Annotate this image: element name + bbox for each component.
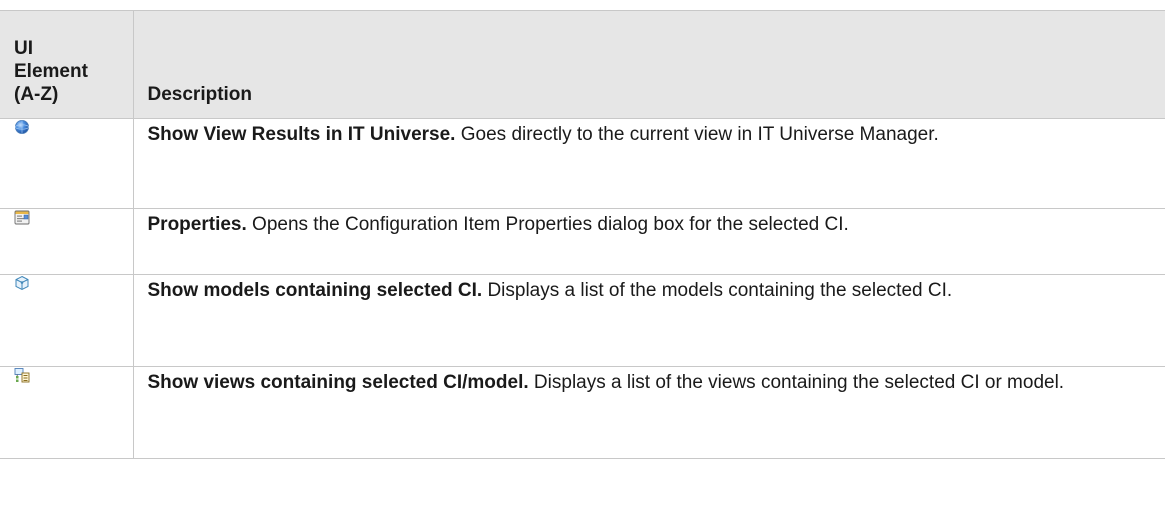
description-cell: Show View Results in IT Universe. Goes d… <box>132 118 1165 209</box>
icon-cell <box>0 274 134 367</box>
table-row: Properties. Opens the Configuration Item… <box>0 208 1165 275</box>
row-text: Displays a list of the models containing… <box>482 280 953 301</box>
row-title: Properties. <box>147 214 247 235</box>
header-description: Description <box>132 10 1165 119</box>
row-text: Opens the Configuration Item Properties … <box>246 214 849 235</box>
views-containing-icon <box>14 367 30 383</box>
description-cell: Show models containing selected CI. Disp… <box>132 274 1165 367</box>
model-cube-icon <box>14 275 30 291</box>
description-cell: Properties. Opens the Configuration Item… <box>132 208 1165 275</box>
row-text: Displays a list of the views containing … <box>528 372 1065 393</box>
row-title: Show views containing selected CI/model. <box>147 372 529 393</box>
table-row: Show models containing selected CI. Disp… <box>0 274 1165 367</box>
header-ui-element-line1: UI <box>14 38 33 59</box>
header-row: UI Element (A-Z) Description <box>0 10 1165 119</box>
header-ui-element-line2: Element <box>14 61 88 82</box>
description-cell: Show views containing selected CI/model.… <box>132 366 1165 459</box>
row-title: Show models containing selected CI. <box>147 280 483 301</box>
table-row: Show views containing selected CI/model.… <box>0 366 1165 459</box>
icon-cell <box>0 366 134 459</box>
row-text: Goes directly to the current view in IT … <box>455 124 939 145</box>
icon-cell <box>0 118 134 209</box>
properties-icon <box>14 209 30 225</box>
icon-cell <box>0 208 134 275</box>
table-row: Show View Results in IT Universe. Goes d… <box>0 118 1165 209</box>
header-ui-element: UI Element (A-Z) <box>0 10 134 119</box>
header-ui-element-line3: (A-Z) <box>14 84 59 105</box>
row-title: Show View Results in IT Universe. <box>147 124 456 145</box>
globe-icon <box>14 119 30 135</box>
ui-elements-table: UI Element (A-Z) Description Show View R… <box>0 10 1165 459</box>
